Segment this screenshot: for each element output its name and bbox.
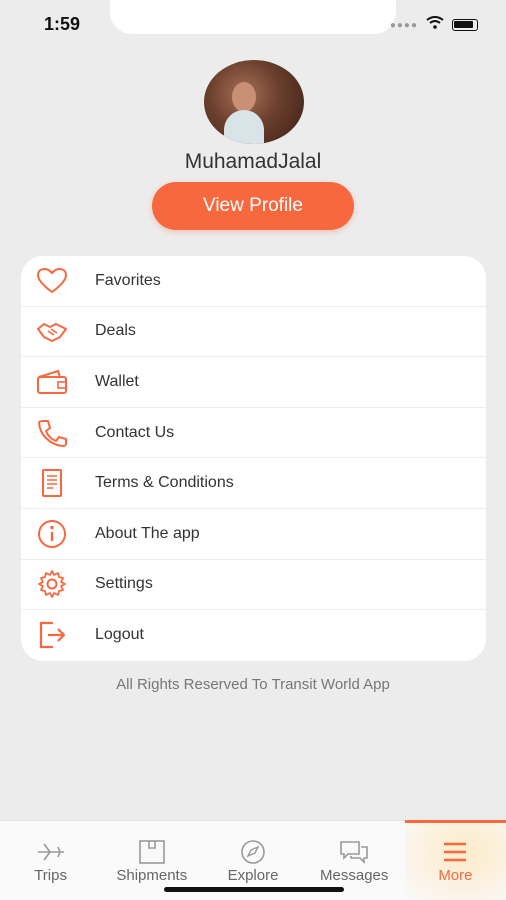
status-icons: ●●●● xyxy=(390,16,478,34)
menu-label: Deals xyxy=(95,322,136,340)
heart-icon xyxy=(35,264,69,298)
avatar[interactable] xyxy=(204,60,304,144)
info-icon xyxy=(35,517,69,551)
profile-name: MuhamadJalal xyxy=(184,150,322,173)
document-icon xyxy=(35,466,69,500)
menu-item-contact-us[interactable]: Contact Us xyxy=(21,408,486,459)
menu-label: Settings xyxy=(95,575,153,593)
menu-item-deals[interactable]: Deals xyxy=(21,307,486,358)
menu-item-wallet[interactable]: Wallet xyxy=(21,357,486,408)
menu-list: Favorites Deals Wallet Contact Us Terms … xyxy=(21,256,486,661)
gear-icon xyxy=(35,567,69,601)
menu-label: About The app xyxy=(95,524,200,542)
menu-icon xyxy=(440,839,470,865)
chat-icon xyxy=(339,839,369,865)
menu-item-favorites[interactable]: Favorites xyxy=(21,256,486,307)
logout-icon xyxy=(35,618,69,652)
tab-more[interactable]: More xyxy=(404,820,506,900)
menu-label: Logout xyxy=(95,626,144,644)
copyright-text: All Rights Reserved To Transit World App xyxy=(116,676,390,693)
status-time: 1:59 xyxy=(44,14,81,34)
menu-item-logout[interactable]: Logout xyxy=(21,610,486,661)
compass-icon xyxy=(238,839,268,865)
tab-label: More xyxy=(438,867,473,884)
status-bar: 1:59 ●●●● xyxy=(0,0,506,50)
tab-trips[interactable]: Trips xyxy=(0,821,101,900)
tab-label: Trips xyxy=(34,867,67,884)
menu-item-settings[interactable]: Settings xyxy=(21,560,486,611)
menu-label: Terms & Conditions xyxy=(95,474,234,492)
battery-icon xyxy=(452,19,478,31)
tab-label: Shipments xyxy=(116,867,188,884)
phone-icon xyxy=(35,416,69,450)
wallet-icon xyxy=(35,365,69,399)
menu-item-about[interactable]: About The app xyxy=(21,509,486,560)
home-indicator xyxy=(164,887,344,892)
view-profile-button[interactable]: View Profile xyxy=(152,182,354,230)
plane-icon xyxy=(36,839,66,865)
menu-label: Wallet xyxy=(95,372,139,390)
menu-label: Favorites xyxy=(95,271,161,289)
wifi-icon xyxy=(426,16,444,34)
menu-label: Contact Us xyxy=(95,423,175,441)
tab-label: Messages xyxy=(320,867,389,884)
handshake-icon xyxy=(35,314,69,348)
notch xyxy=(110,0,396,34)
menu-item-terms[interactable]: Terms & Conditions xyxy=(21,458,486,509)
signal-icon: ●●●● xyxy=(389,19,418,31)
box-icon xyxy=(137,839,167,865)
tab-label: Explore xyxy=(227,867,279,884)
